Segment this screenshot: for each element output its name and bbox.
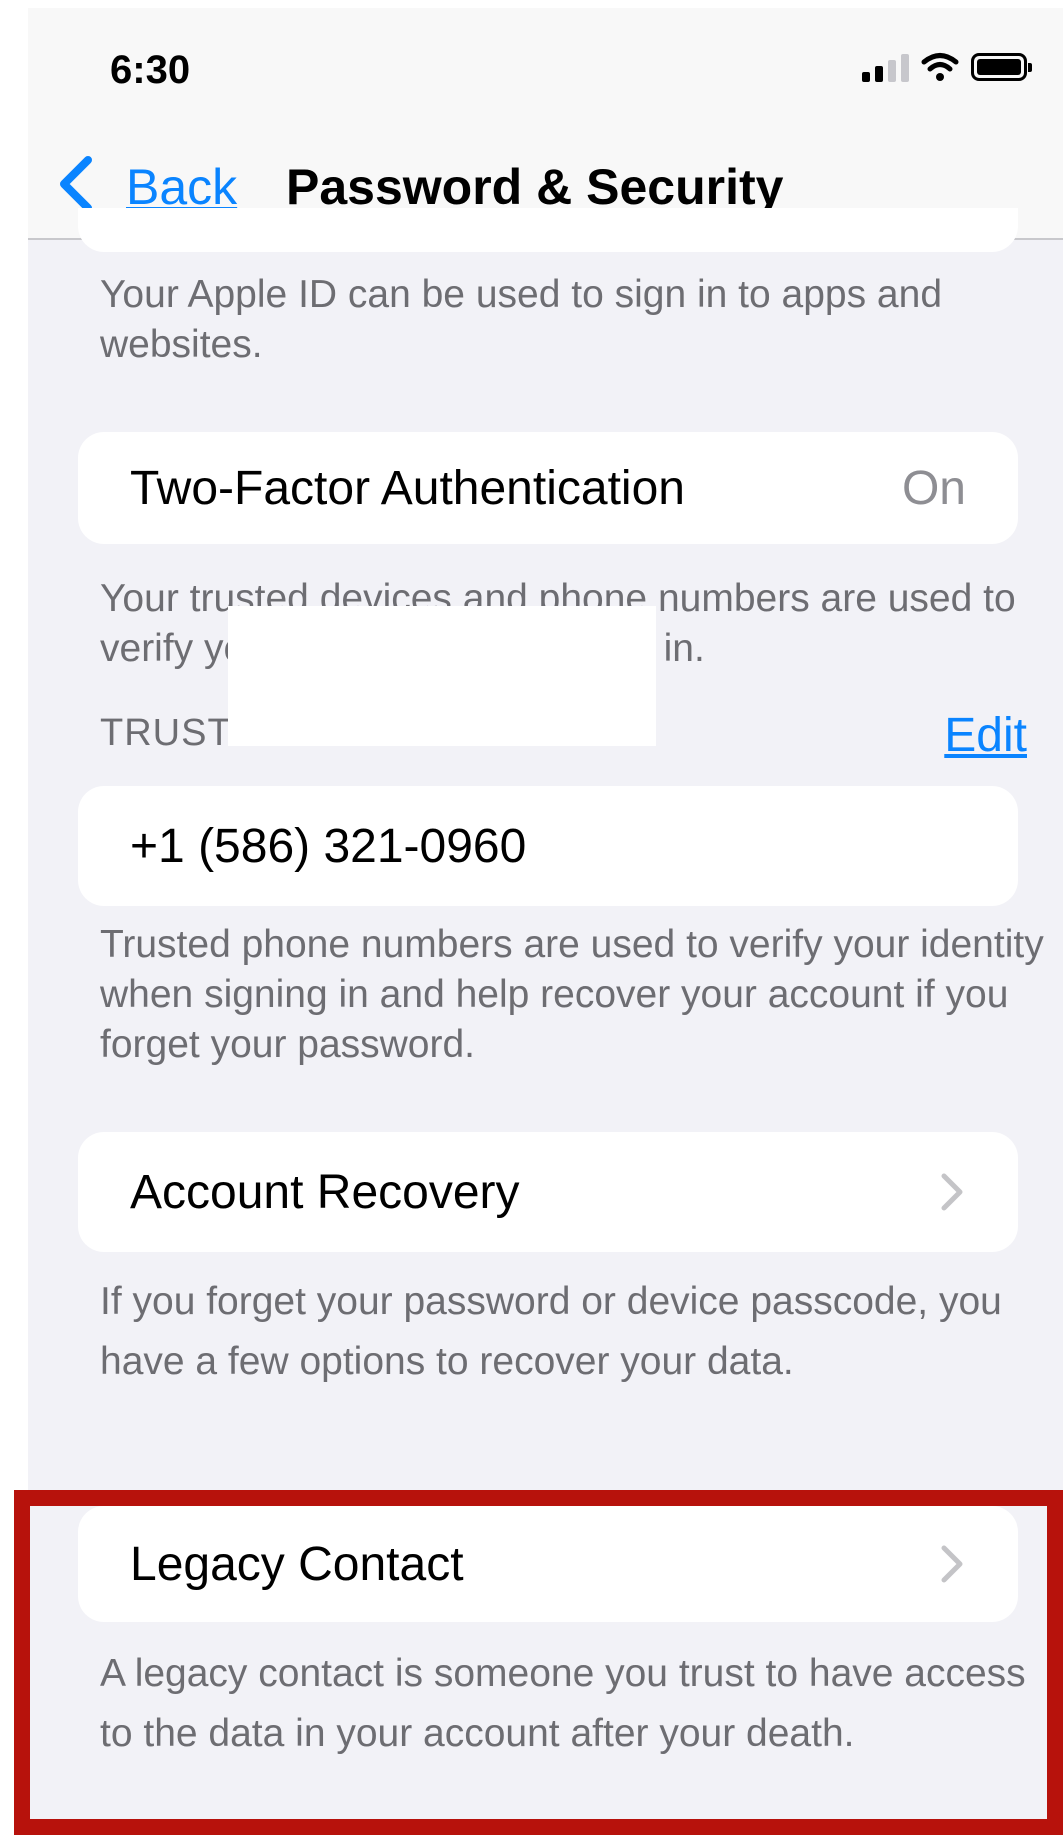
chevron-right-icon (941, 1173, 963, 1211)
wifi-icon (921, 53, 959, 81)
two-factor-row[interactable]: Two-Factor Authentication On (78, 432, 1018, 544)
trusted-phone-footer: Trusted phone numbers are used to verify… (100, 923, 1044, 1066)
legacy-contact-footer: A legacy contact is someone you trust to… (100, 1652, 1026, 1755)
legacy-contact-row[interactable]: Legacy Contact (78, 1506, 1018, 1622)
battery-icon (971, 53, 1032, 81)
legacy-contact-label: Legacy Contact (130, 1537, 464, 1591)
navigation-bar: 6:30 Back Password & Security (28, 8, 1063, 240)
apple-id-sign-in-card[interactable] (78, 208, 1018, 252)
settings-screen: 6:30 Back Password & Security Your Apple… (28, 8, 1063, 1835)
account-recovery-label: Account Recovery (130, 1165, 520, 1219)
apple-id-footer: Your Apple ID can be used to sign in to … (100, 273, 943, 366)
chevron-right-icon (941, 1545, 963, 1583)
trusted-phone-number: +1 (586) 321-0960 (130, 819, 527, 873)
signal-icon (862, 52, 909, 82)
redaction-box (228, 606, 656, 746)
account-recovery-footer: If you forget your password or device pa… (100, 1280, 1002, 1383)
edit-trusted-phone-button[interactable]: Edit (944, 708, 1027, 763)
account-recovery-row[interactable]: Account Recovery (78, 1132, 1018, 1252)
trusted-phone-row: +1 (586) 321-0960 (78, 786, 1018, 906)
two-factor-label: Two-Factor Authentication (130, 461, 685, 515)
two-factor-value: On (901, 461, 966, 515)
back-chevron-icon[interactable] (56, 154, 96, 214)
status-time: 6:30 (110, 48, 191, 92)
status-icons (862, 52, 1032, 82)
